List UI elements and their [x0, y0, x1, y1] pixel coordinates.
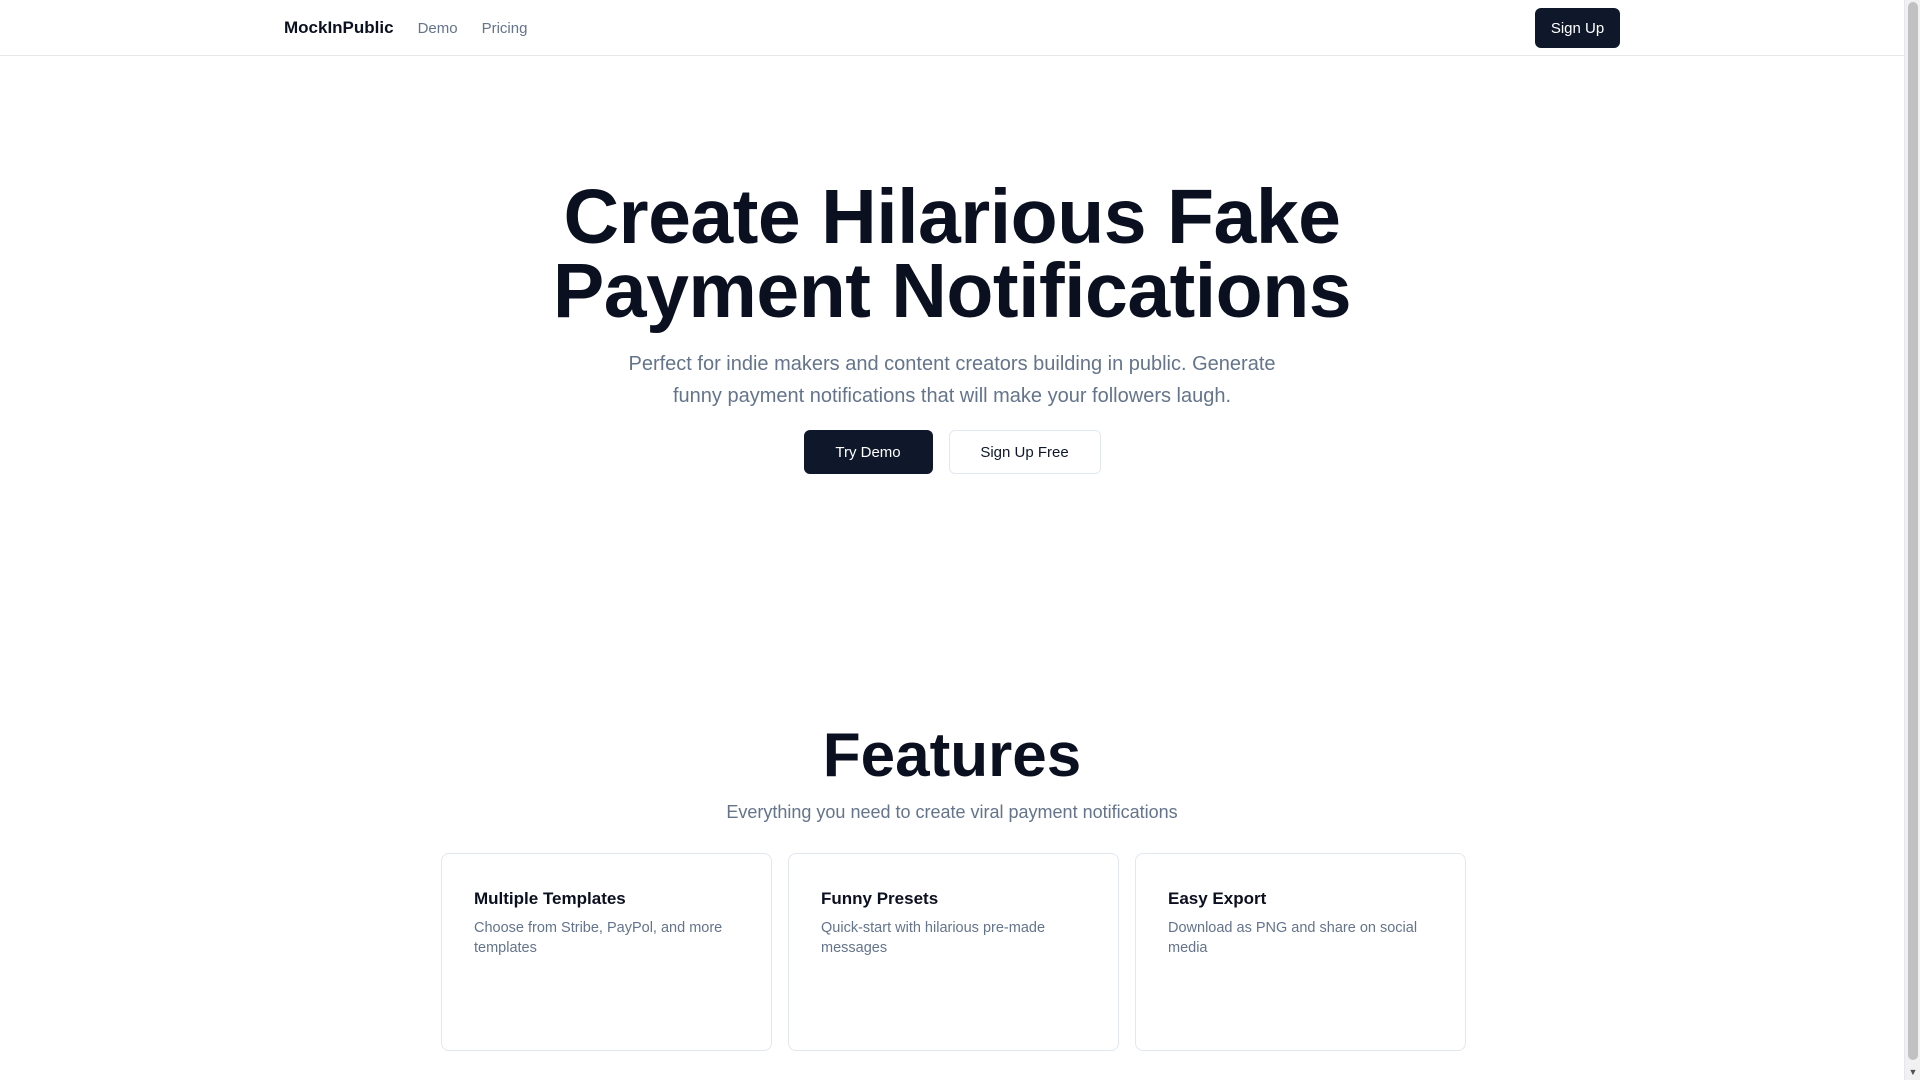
page: MockInPublic Demo Pricing Sign Up Create…	[0, 0, 1920, 1080]
features-section: Features Everything you need to create v…	[0, 720, 1904, 1051]
sign-up-button[interactable]: Sign Up	[1535, 8, 1620, 48]
hero-actions: Try Demo Sign Up Free	[0, 430, 1904, 474]
features-subtitle: Everything you need to create viral paym…	[726, 802, 1178, 822]
feature-card-funny-presets: Funny Presets Quick-start with hilarious…	[788, 853, 1119, 1051]
feature-card-description: Quick-start with hilarious pre-made mess…	[821, 920, 1046, 956]
header-container: MockInPublic Demo Pricing Sign Up	[284, 0, 1620, 56]
feature-card-title: Multiple Templates	[474, 889, 626, 908]
brand-logo-link[interactable]: MockInPublic	[284, 18, 394, 38]
vertical-scrollbar[interactable]: ▼	[1904, 0, 1920, 1080]
sign-up-free-button[interactable]: Sign Up Free	[948, 430, 1101, 474]
top-nav-bar: MockInPublic Demo Pricing Sign Up	[0, 0, 1904, 56]
scrollbar-thumb[interactable]	[1908, 2, 1918, 1060]
nav-link-pricing[interactable]: Pricing	[482, 20, 528, 37]
hero-title: Create Hilarious Fake Payment Notificati…	[552, 174, 1352, 334]
features-title: Features	[822, 721, 1082, 790]
feature-card-description: Choose from Stribe, PayPol, and more tem…	[474, 920, 723, 956]
feature-cards: Multiple Templates Choose from Stribe, P…	[441, 853, 1466, 1051]
feature-card-description: Download as PNG and share on social medi…	[1168, 920, 1418, 956]
chevron-down-icon[interactable]: ▼	[1905, 1064, 1920, 1080]
hero-subtitle: Perfect for indie makers and content cre…	[628, 353, 1276, 407]
feature-card-easy-export: Easy Export Download as PNG and share on…	[1135, 853, 1466, 1051]
hero-section: Create Hilarious Fake Payment Notificati…	[0, 174, 1904, 474]
feature-card-title: Easy Export	[1168, 889, 1267, 908]
nav-link-demo[interactable]: Demo	[418, 20, 458, 37]
try-demo-button[interactable]: Try Demo	[803, 430, 933, 474]
feature-card-multiple-templates: Multiple Templates Choose from Stribe, P…	[441, 853, 772, 1051]
feature-card-title: Funny Presets	[821, 889, 939, 908]
